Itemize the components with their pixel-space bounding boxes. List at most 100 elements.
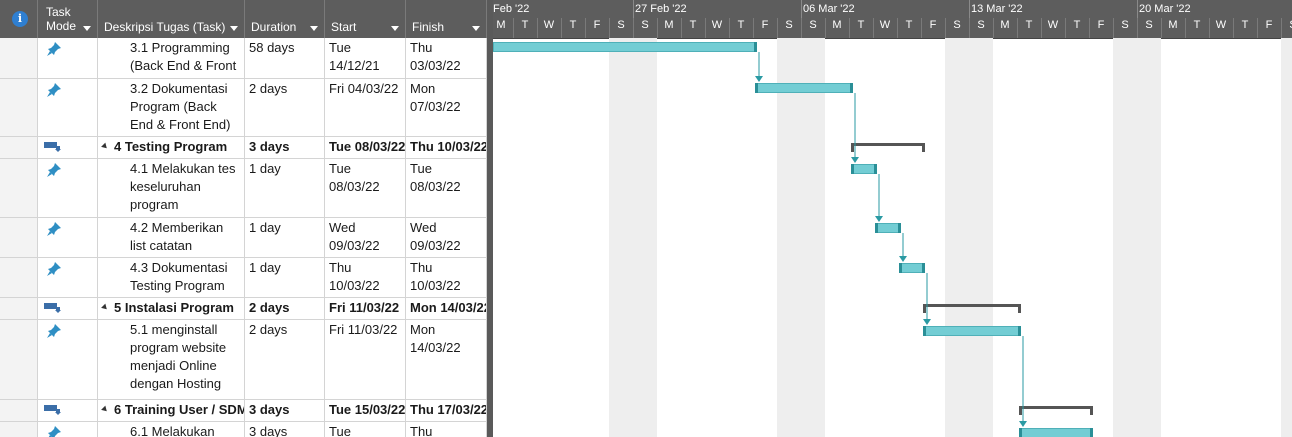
- task-mode-column-header[interactable]: Task Mode: [38, 0, 98, 38]
- task-row[interactable]: 4.1 Melakukan tes keseluruhan program 1 d…: [0, 159, 487, 218]
- task-mode-cell[interactable]: [38, 218, 98, 257]
- task-name-cell[interactable]: 4.3 Dokumentasi Testing Program: [98, 258, 245, 297]
- gantt-chart[interactable]: Feb '22 27 Feb '22 06 Mar '22 13 Mar '22 20 …: [493, 0, 1292, 437]
- duration-cell[interactable]: 3 days: [245, 137, 325, 158]
- task-grid: i Task Mode Deskripsi Tugas (Task) Durat…: [0, 0, 487, 437]
- task-mode-cell[interactable]: [38, 298, 98, 319]
- finish-cell[interactable]: Thu 10/03/22: [406, 137, 487, 158]
- chevron-down-icon[interactable]: [391, 26, 399, 31]
- row-indicator-cell[interactable]: [0, 79, 38, 136]
- chevron-down-icon[interactable]: [310, 26, 318, 31]
- task-name-text: 6.1 Melakukan: [130, 424, 215, 437]
- task-mode-cell[interactable]: [38, 320, 98, 399]
- duration-cell[interactable]: 58 days: [245, 38, 325, 78]
- task-name-cell[interactable]: 6.1 Melakukan: [98, 422, 245, 437]
- finish-column-header[interactable]: Finish: [406, 0, 487, 38]
- duration-cell[interactable]: 3 days: [245, 400, 325, 421]
- duration-text: 1 day: [249, 260, 281, 275]
- finish-cell[interactable]: Wed 09/03/22: [406, 218, 487, 257]
- finish-cell[interactable]: Thu: [406, 422, 487, 437]
- row-indicator-cell[interactable]: [0, 400, 38, 421]
- duration-text: 3 days: [249, 402, 290, 417]
- duration-cell[interactable]: 2 days: [245, 320, 325, 399]
- task-mode-cell[interactable]: [38, 422, 98, 437]
- duration-cell[interactable]: 1 day: [245, 218, 325, 257]
- start-column-header[interactable]: Start: [325, 0, 406, 38]
- finish-cell[interactable]: Mon 14/03/22: [406, 298, 487, 319]
- task-row[interactable]: 4.2 Memberikan list catatan 1 day Wed 09/0…: [0, 218, 487, 258]
- finish-cell[interactable]: Thu 10/03/22: [406, 258, 487, 297]
- task-row[interactable]: 6.1 Melakukan 3 days Tue Thu: [0, 422, 487, 437]
- finish-cell[interactable]: Mon 14/03/22: [406, 320, 487, 399]
- start-cell[interactable]: Tue 14/12/21: [325, 38, 406, 78]
- finish-cell[interactable]: Thu 03/03/22: [406, 38, 487, 78]
- duration-cell[interactable]: 2 days: [245, 79, 325, 136]
- task-name-cell[interactable]: 5.1 menginstall program website menjadi …: [98, 320, 245, 399]
- collapse-triangle-icon[interactable]: [101, 405, 109, 414]
- start-cell[interactable]: Fri 11/03/22: [325, 320, 406, 399]
- duration-column-header[interactable]: Duration: [245, 0, 325, 38]
- row-indicator-cell[interactable]: [0, 137, 38, 158]
- finish-text: Tue 08/03/22: [410, 161, 461, 194]
- start-cell[interactable]: Fri 04/03/22: [325, 79, 406, 136]
- start-cell[interactable]: Thu 10/03/22: [325, 258, 406, 297]
- link-arrowhead: [851, 157, 859, 163]
- grid-header: i Task Mode Deskripsi Tugas (Task) Durat…: [0, 0, 487, 39]
- start-cell[interactable]: Wed 09/03/22: [325, 218, 406, 257]
- finish-cell[interactable]: Tue 08/03/22: [406, 159, 487, 217]
- finish-text: Thu 17/03/22: [410, 402, 487, 417]
- dependency-links: [755, 52, 1027, 427]
- task-mode-cell[interactable]: [38, 137, 98, 158]
- task-name-cell[interactable]: 6 Training User / SDM: [98, 400, 245, 421]
- start-cell[interactable]: Fri 11/03/22: [325, 298, 406, 319]
- task-mode-cell[interactable]: [38, 79, 98, 136]
- finish-cell[interactable]: Mon 07/03/22: [406, 79, 487, 136]
- task-row[interactable]: 3.1 Programming (Back End & Front 58 days…: [0, 38, 487, 79]
- auto-schedule-icon: [44, 303, 61, 313]
- task-row[interactable]: 4.3 Dokumentasi Testing Program 1 day Thu …: [0, 258, 487, 298]
- task-mode-cell[interactable]: [38, 159, 98, 217]
- description-column-header[interactable]: Deskripsi Tugas (Task): [98, 0, 245, 38]
- task-mode-cell[interactable]: [38, 258, 98, 297]
- start-cell[interactable]: Tue 15/03/22: [325, 400, 406, 421]
- chevron-down-icon[interactable]: [230, 26, 238, 31]
- task-name-cell[interactable]: 4 Testing Program: [98, 137, 245, 158]
- task-name-cell[interactable]: 5 Instalasi Program: [98, 298, 245, 319]
- collapse-triangle-icon[interactable]: [101, 303, 109, 312]
- summary-task-row[interactable]: 4 Testing Program 3 days Tue 08/03/22 Thu 1…: [0, 137, 487, 159]
- start-text: Tue 14/12/21: [329, 40, 380, 73]
- duration-cell[interactable]: 3 days: [245, 422, 325, 437]
- duration-text: 3 days: [249, 139, 290, 154]
- finish-text: Thu 10/03/22: [410, 260, 461, 293]
- duration-cell[interactable]: 1 day: [245, 159, 325, 217]
- task-name-cell[interactable]: 4.2 Memberikan list catatan: [98, 218, 245, 257]
- task-mode-cell[interactable]: [38, 38, 98, 78]
- start-cell[interactable]: Tue 08/03/22: [325, 137, 406, 158]
- task-name-cell[interactable]: 4.1 Melakukan tes keseluruhan program: [98, 159, 245, 217]
- collapse-triangle-icon[interactable]: [101, 142, 109, 151]
- task-row[interactable]: 5.1 menginstall program website menjadi …: [0, 320, 487, 400]
- info-column-header[interactable]: i: [0, 0, 38, 38]
- duration-cell[interactable]: 2 days: [245, 298, 325, 319]
- row-indicator-cell[interactable]: [0, 422, 38, 437]
- row-indicator-cell[interactable]: [0, 218, 38, 257]
- row-indicator-cell[interactable]: [0, 298, 38, 319]
- duration-text: 58 days: [249, 40, 295, 55]
- row-indicator-cell[interactable]: [0, 159, 38, 217]
- row-indicator-cell[interactable]: [0, 258, 38, 297]
- finish-cell[interactable]: Thu 17/03/22: [406, 400, 487, 421]
- task-row[interactable]: 3.2 Dokumentasi Program (Back End & Fron…: [0, 79, 487, 137]
- chevron-down-icon[interactable]: [83, 26, 91, 31]
- summary-task-row[interactable]: 5 Instalasi Program 2 days Fri 11/03/22 Mon…: [0, 298, 487, 320]
- start-cell[interactable]: Tue 08/03/22: [325, 159, 406, 217]
- duration-cell[interactable]: 1 day: [245, 258, 325, 297]
- chevron-down-icon[interactable]: [472, 26, 480, 31]
- task-name-cell[interactable]: 3.1 Programming (Back End & Front: [98, 38, 245, 78]
- task-mode-cell[interactable]: [38, 400, 98, 421]
- summary-task-row[interactable]: 6 Training User / SDM 3 days Tue 15/03/22 T…: [0, 400, 487, 422]
- row-indicator-cell[interactable]: [0, 320, 38, 399]
- pin-icon: [47, 262, 61, 276]
- start-cell[interactable]: Tue: [325, 422, 406, 437]
- task-name-cell[interactable]: 3.2 Dokumentasi Program (Back End & Fron…: [98, 79, 245, 136]
- row-indicator-cell[interactable]: [0, 38, 38, 78]
